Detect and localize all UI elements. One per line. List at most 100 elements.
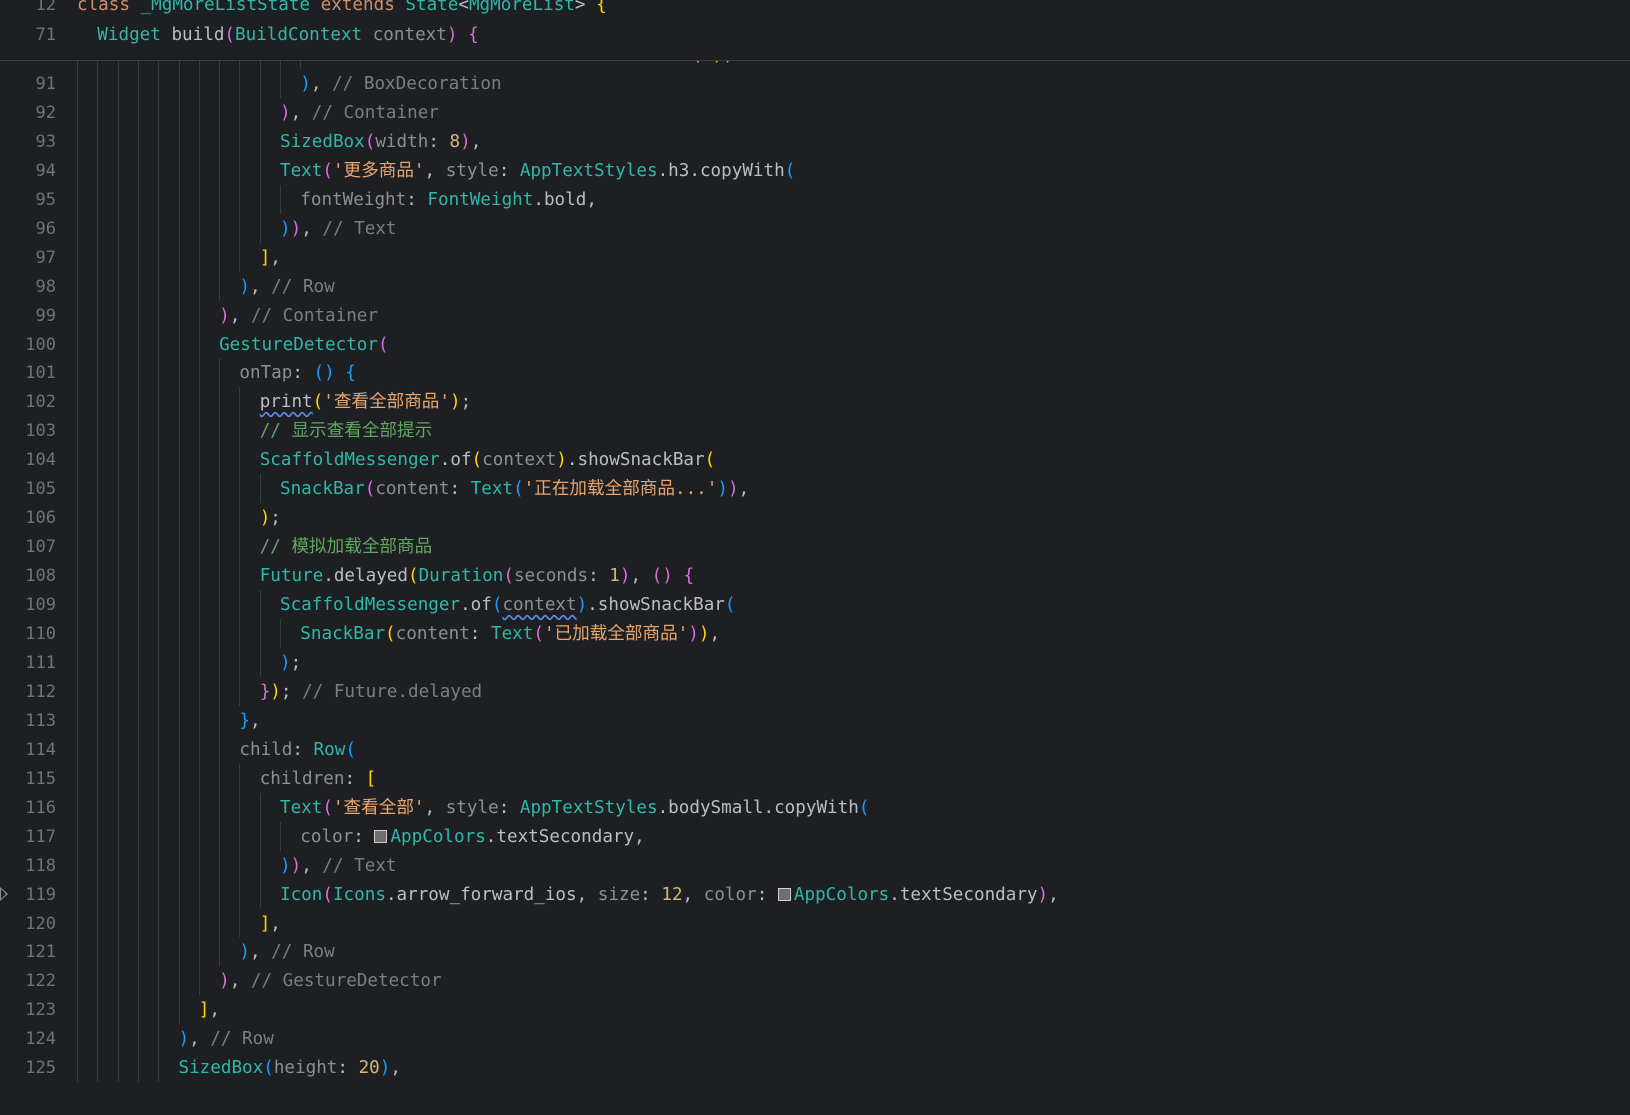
code-text[interactable]: }); // Future.delayed xyxy=(260,677,482,707)
code-line[interactable]: 114 child: Row( xyxy=(0,735,1630,765)
code-line[interactable]: 124), // Row xyxy=(0,1024,1630,1054)
code-text[interactable]: SnackBar(content: Text('已加载全部商品')), xyxy=(300,619,720,649)
code-text[interactable]: ], xyxy=(260,909,281,939)
code-text[interactable]: SizedBox(height: 20), xyxy=(179,1053,401,1083)
color-swatch-icon[interactable] xyxy=(374,829,388,843)
code-token: < xyxy=(458,0,469,15)
code-line[interactable]: 123], xyxy=(0,995,1630,1025)
code-text[interactable]: ScaffoldMessenger.of(context).showSnackB… xyxy=(280,590,736,620)
code-text[interactable]: Text('查看全部', style: AppTextStyles.bodySm… xyxy=(280,793,869,823)
code-text[interactable]: // 模拟加载全部商品 xyxy=(260,532,433,562)
code-token: : xyxy=(588,566,610,587)
code-text[interactable]: SnackBar(content: Text('正在加载全部商品...')), xyxy=(280,474,749,504)
code-text[interactable]: children: [ xyxy=(260,764,377,794)
code-text[interactable]: Text('更多商品', style: AppTextStyles.h3.cop… xyxy=(280,156,795,186)
code-token: // Container xyxy=(250,305,378,326)
code-token: .delayed xyxy=(323,566,408,587)
code-line[interactable]: 116 Text('查看全部', style: AppTextStyles.bod… xyxy=(0,793,1630,823)
code-line[interactable]: 71 Widget build(BuildContext context) { xyxy=(0,20,1630,50)
code-line[interactable]: 112}); // Future.delayed xyxy=(0,677,1630,707)
code-token: ] xyxy=(259,247,271,268)
code-line[interactable]: 125 SizedBox(height: 20), xyxy=(0,1053,1630,1083)
code-text[interactable]: fontWeight: FontWeight.bold, xyxy=(300,185,597,215)
code-text[interactable]: color: AppColors.textSecondary, xyxy=(300,822,644,852)
code-text[interactable]: SizedBox(width: 8), xyxy=(280,127,481,157)
code-token: Icons xyxy=(332,884,386,905)
code-line[interactable]: 111); xyxy=(0,648,1630,678)
code-line[interactable]: 105 SnackBar(content: Text('正在加载全部商品...')… xyxy=(0,474,1630,504)
code-token: ) xyxy=(178,1029,190,1050)
code-line[interactable]: 119 Icon(Icons.arrow_forward_ios, size: 1… xyxy=(0,880,1630,910)
code-text[interactable]: )), // Text xyxy=(280,214,397,244)
code-line[interactable]: 108 Future.delayed(Duration(seconds: 1), … xyxy=(0,561,1630,591)
line-number: 118 xyxy=(25,855,56,876)
line-number: 95 xyxy=(35,189,56,210)
code-line[interactable]: 94 Text('更多商品', style: AppTextStyles.h3.c… xyxy=(0,156,1630,186)
code-line[interactable]: 118 )), // Text xyxy=(0,851,1630,881)
code-line[interactable]: 106); xyxy=(0,503,1630,533)
code-line[interactable]: 101 onTap: () { xyxy=(0,358,1630,388)
code-text[interactable]: )), // Text xyxy=(280,851,397,881)
code-text[interactable]: ], xyxy=(260,243,281,273)
code-text[interactable]: Icon(Icons.arrow_forward_ios, size: 12, … xyxy=(280,880,1059,910)
code-text[interactable]: onTap: () { xyxy=(239,358,356,388)
line-number: 123 xyxy=(25,1000,56,1021)
code-text[interactable]: ), // Row xyxy=(239,937,334,967)
code-line[interactable]: 92), // Container xyxy=(0,98,1630,128)
code-token: print xyxy=(259,392,313,413)
code-line[interactable]: 110 SnackBar(content: Text('已加载全部商品')), xyxy=(0,619,1630,649)
code-text[interactable]: ); xyxy=(280,648,301,678)
code-text[interactable]: ), // Container xyxy=(280,98,439,128)
code-token: // Row xyxy=(271,276,335,297)
code-line[interactable]: 113}, xyxy=(0,706,1630,736)
code-line[interactable]: 122), // GestureDetector xyxy=(0,966,1630,996)
code-line[interactable]: 120], xyxy=(0,909,1630,939)
code-text[interactable]: class _MgMoreListState extends State<MgM… xyxy=(77,0,607,20)
code-text[interactable]: GestureDetector( xyxy=(219,330,388,360)
code-text[interactable]: child: Row( xyxy=(239,735,356,765)
code-line[interactable]: 104 ScaffoldMessenger.of(context).showSna… xyxy=(0,445,1630,475)
indent-guide xyxy=(198,40,200,996)
code-line[interactable]: 103 // 显示查看全部提示 xyxy=(0,416,1630,446)
code-line[interactable]: 93 SizedBox(width: 8), xyxy=(0,127,1630,157)
code-line[interactable]: 12 class _MgMoreListState extends State<M… xyxy=(0,0,1630,20)
code-text[interactable]: Widget build(BuildContext context) { xyxy=(97,20,478,50)
code-line[interactable]: 97], xyxy=(0,243,1630,273)
code-line[interactable]: 95 fontWeight: FontWeight.bold, xyxy=(0,185,1630,215)
code-line[interactable]: 102 print('查看全部商品'); xyxy=(0,387,1630,417)
code-line[interactable]: 107 // 模拟加载全部商品 xyxy=(0,532,1630,562)
code-text[interactable]: // 显示查看全部提示 xyxy=(260,416,433,446)
code-token: AppColors xyxy=(793,884,890,905)
code-line[interactable]: 117 color: AppColors.textSecondary, xyxy=(0,822,1630,852)
sticky-scroll-header[interactable]: 12 class _MgMoreListState extends State<M… xyxy=(0,0,1630,60)
code-line[interactable]: 91), // BoxDecoration xyxy=(0,69,1630,99)
code-text[interactable]: print('查看全部商品'); xyxy=(260,387,472,417)
code-text[interactable]: ), // GestureDetector xyxy=(219,966,441,996)
line-number: 105 xyxy=(25,479,56,500)
code-token: ) xyxy=(290,855,302,876)
code-text[interactable]: }, xyxy=(239,706,260,736)
code-line[interactable]: 115 children: [ xyxy=(0,764,1630,794)
code-text[interactable]: ), // Row xyxy=(179,1024,274,1054)
code-text[interactable]: ), // BoxDecoration xyxy=(300,69,501,99)
code-text[interactable]: ], xyxy=(199,995,220,1025)
fold-chevron-icon[interactable] xyxy=(0,886,8,901)
code-text[interactable]: Future.delayed(Duration(seconds: 1), () … xyxy=(260,561,694,591)
code-editor[interactable]: 90borderRadius: BorderRadius.circular(2)… xyxy=(0,0,1630,1115)
code-text[interactable]: ), // Container xyxy=(219,301,378,331)
code-token: .showSnackBar xyxy=(566,450,705,471)
code-line[interactable]: 109 ScaffoldMessenger.of(context).showSna… xyxy=(0,590,1630,620)
code-token: ] xyxy=(259,913,271,934)
code-token: SnackBar xyxy=(280,479,365,500)
code-text[interactable]: ); xyxy=(260,503,281,533)
code-token: ) xyxy=(688,624,699,644)
code-line[interactable]: 99), // Container xyxy=(0,301,1630,331)
code-token: , xyxy=(209,1000,220,1021)
code-line[interactable]: 96)), // Text xyxy=(0,214,1630,244)
color-swatch-icon[interactable] xyxy=(777,887,791,901)
code-line[interactable]: 121), // Row xyxy=(0,937,1630,967)
code-text[interactable]: ScaffoldMessenger.of(context).showSnackB… xyxy=(260,445,716,475)
code-text[interactable]: ), // Row xyxy=(239,272,334,302)
code-line[interactable]: 100 GestureDetector( xyxy=(0,330,1630,360)
code-line[interactable]: 98), // Row xyxy=(0,272,1630,302)
